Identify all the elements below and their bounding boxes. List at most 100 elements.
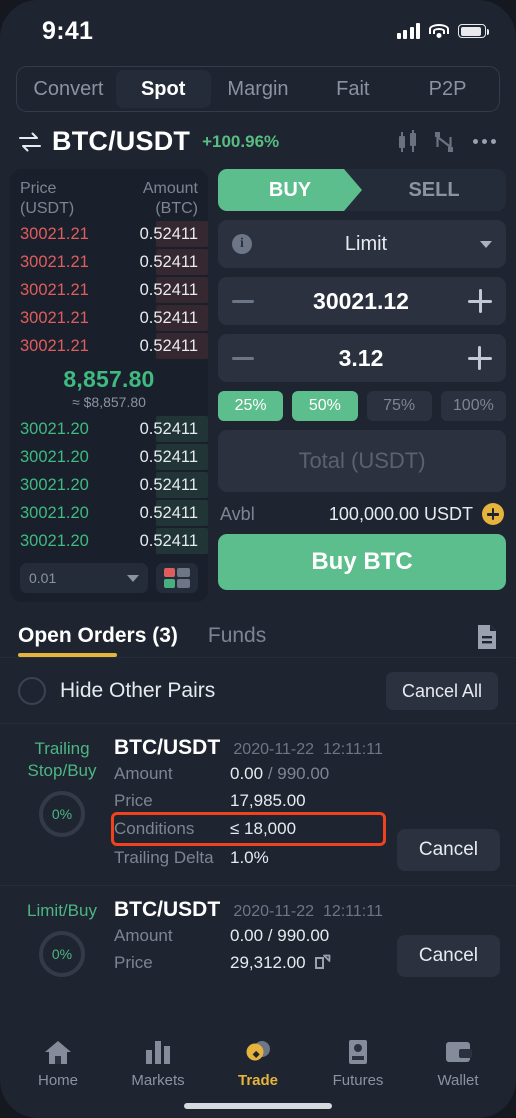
order-book-header: Price (USDT) Amount (BTC)	[20, 179, 198, 219]
order-details: BTC/USDT 2020-11-22 12:11:11 Amount 0.00…	[111, 736, 386, 871]
cellular-signal-icon	[396, 23, 420, 39]
order-type-line1: Trailing	[34, 739, 90, 758]
order-book-row[interactable]: 30021.20 0.52411	[20, 528, 208, 554]
home-indicator	[184, 1103, 332, 1109]
trade-main: Price (USDT) Amount (BTC) 30021.21 0.524…	[0, 169, 516, 602]
swap-arrows-icon[interactable]	[18, 131, 42, 153]
more-horizontal-icon[interactable]	[467, 139, 496, 144]
order-date: 2020-11-22	[233, 902, 315, 920]
last-price-usd: ≈ $8,857.80	[72, 394, 146, 410]
battery-icon	[458, 24, 489, 38]
tab-p2p[interactable]: P2P	[400, 70, 495, 108]
order-pair: BTC/USDT	[114, 897, 221, 921]
chevron-down-icon	[480, 240, 492, 248]
home-icon	[42, 1034, 74, 1066]
edit-pencil-icon[interactable]	[315, 954, 331, 970]
available-value: 100,000.00 USDT	[328, 503, 473, 524]
buy-tab[interactable]: BUY	[218, 169, 362, 211]
cancel-all-button[interactable]: Cancel All	[385, 672, 498, 710]
hide-other-pairs-label: Hide Other Pairs	[60, 679, 216, 702]
trade-coin-icon	[242, 1034, 274, 1066]
order-pair: BTC/USDT	[114, 736, 221, 759]
orders-tabs: Open Orders (3) Funds	[0, 602, 516, 658]
futures-icon	[342, 1034, 374, 1066]
candlestick-chart-icon[interactable]	[395, 129, 421, 154]
percent-100[interactable]: 100%	[440, 391, 506, 421]
wallet-icon	[442, 1034, 474, 1066]
total-input[interactable]: Total (USDT)	[218, 430, 506, 492]
tab-margin[interactable]: Margin	[211, 70, 306, 108]
percent-75[interactable]: 75%	[366, 391, 432, 421]
fill-progress-ring: 0%	[39, 790, 85, 837]
cancel-order-button[interactable]: Cancel	[396, 934, 500, 977]
nav-home[interactable]: Home	[8, 1034, 108, 1089]
order-book-bids: 30021.20 0.52411 30021.20 0.52411 30021.…	[20, 416, 208, 554]
percent-25[interactable]: 25%	[218, 391, 284, 421]
order-book-mid-price: 8,857.80 ≈ $8,857.80	[20, 359, 198, 414]
submit-order-button[interactable]: Buy BTC	[218, 534, 506, 590]
order-type-value: Limit	[344, 232, 388, 255]
tab-open-orders[interactable]: Open Orders (3)	[18, 624, 178, 657]
order-book-row[interactable]: 30021.21 0.52411	[20, 333, 208, 359]
price-value: 30021.12	[313, 287, 409, 314]
amount-input[interactable]: 3.12	[218, 334, 506, 382]
plus-icon[interactable]	[468, 289, 492, 313]
sell-tab[interactable]: SELL	[362, 169, 506, 211]
tab-fait[interactable]: Fait	[305, 70, 400, 108]
order-field-amount: Amount 0.00 / 990.00	[114, 764, 330, 783]
tick-size-select[interactable]: 0.01	[20, 563, 148, 593]
status-indicators	[396, 23, 489, 39]
price-change-badge: +100.96%	[202, 131, 280, 151]
chevron-down-icon	[127, 574, 139, 582]
line-chart-icon[interactable]	[431, 130, 457, 154]
nav-trade[interactable]: Trade	[208, 1034, 308, 1089]
order-book-row[interactable]: 30021.20 0.52411	[20, 500, 208, 526]
available-balance: Avbl 100,000.00 USDT	[218, 501, 506, 525]
minus-icon[interactable]	[232, 299, 254, 303]
order-book-row[interactable]: 30021.20 0.52411	[20, 444, 208, 470]
bottom-navigation: Home Markets Trade Futures Wallet	[0, 1026, 516, 1089]
order-type-block: Limit/Buy 0%	[16, 898, 108, 977]
tab-funds[interactable]: Funds	[208, 624, 266, 657]
order-book-row[interactable]: 30021.21 0.52411	[20, 221, 208, 247]
tab-spot[interactable]: Spot	[115, 70, 211, 108]
order-book-footer: 0.01	[20, 563, 198, 593]
percent-buttons: 25% 50% 75% 100%	[218, 391, 506, 421]
buy-sell-toggle: BUY SELL	[218, 169, 506, 211]
order-field-price: Price 17,985.00	[114, 791, 306, 811]
depth-layout-icon[interactable]	[156, 563, 198, 593]
available-label: Avbl	[220, 503, 255, 524]
status-time: 9:41	[42, 16, 94, 45]
order-time: 12:11:11	[322, 741, 383, 758]
nav-futures[interactable]: Futures	[308, 1034, 408, 1089]
nav-wallet[interactable]: Wallet	[408, 1034, 508, 1089]
bar-chart-icon	[142, 1034, 174, 1066]
page-title[interactable]: BTC/USDT	[52, 126, 190, 157]
hide-other-pairs-checkbox[interactable]	[18, 677, 46, 705]
amount-value: 3.12	[338, 344, 384, 371]
order-book-row[interactable]: 30021.20 0.52411	[20, 472, 208, 498]
order-form: BUY SELL i Limit 30021.12 3.12 25% 50% 7…	[218, 169, 506, 590]
order-field-price: Price 29,312.00	[114, 949, 383, 976]
fill-progress-ring: 0%	[39, 930, 85, 977]
order-book-row[interactable]: 30021.21 0.52411	[20, 305, 208, 331]
plus-icon[interactable]	[467, 346, 492, 370]
order-type-select[interactable]: i Limit	[218, 220, 506, 268]
order-row[interactable]: Trailing Stop/Buy 0% BTC/USDT 2020-11-22…	[0, 723, 516, 885]
nav-markets[interactable]: Markets	[108, 1034, 208, 1089]
plus-circle-icon[interactable]	[482, 503, 504, 525]
cancel-order-button[interactable]: Cancel	[396, 828, 500, 871]
info-icon[interactable]: i	[232, 234, 252, 254]
order-book-row[interactable]: 30021.21 0.52411	[20, 277, 208, 303]
percent-50[interactable]: 50%	[292, 391, 358, 421]
document-icon[interactable]	[476, 624, 498, 650]
order-row[interactable]: Limit/Buy 0% BTC/USDT 2020-11-22 12:11:1…	[0, 884, 516, 991]
tab-convert[interactable]: Convert	[21, 70, 116, 108]
order-type-block: Trailing Stop/Buy 0%	[16, 736, 108, 871]
order-book: Price (USDT) Amount (BTC) 30021.21 0.524…	[10, 169, 208, 602]
last-price: 8,857.80	[63, 366, 155, 392]
minus-icon[interactable]	[232, 356, 254, 360]
price-input[interactable]: 30021.12	[218, 277, 506, 325]
order-book-row[interactable]: 30021.21 0.52411	[20, 249, 208, 275]
order-book-row[interactable]: 30021.20 0.52411	[20, 416, 208, 442]
